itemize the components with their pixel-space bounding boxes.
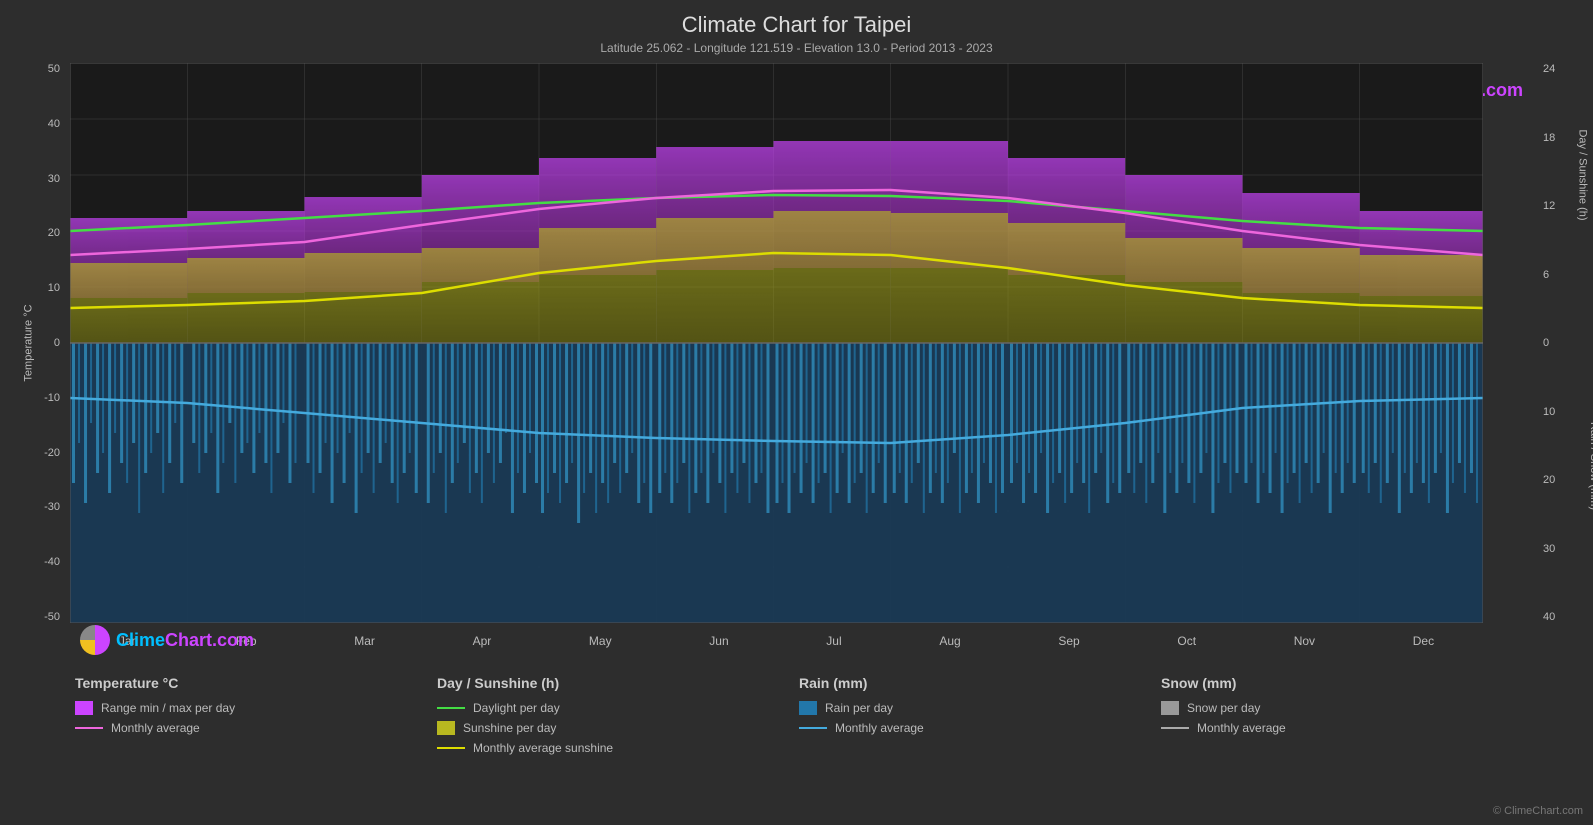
legend-title-rain: Rain (mm) xyxy=(799,675,1161,691)
x-tick-apr: Apr xyxy=(473,634,492,648)
y-tick-10: 10 xyxy=(48,282,60,294)
legend-line-daylight xyxy=(437,707,465,709)
yr-tick-24: 24 xyxy=(1543,63,1555,75)
y-tick-50: 50 xyxy=(48,63,60,75)
legend-label-snow-day: Snow per day xyxy=(1187,701,1260,715)
legend-item-sunshine: Sunshine per day xyxy=(437,721,799,735)
legend-swatch-sunshine xyxy=(437,721,455,735)
legend-label-rain-avg: Monthly average xyxy=(835,721,924,735)
watermark: © ClimeChart.com xyxy=(1493,805,1583,817)
legend-line-sunshine-avg xyxy=(437,747,465,749)
legend-line-rain-avg xyxy=(799,727,827,729)
chart-area xyxy=(70,63,1483,623)
legend-item-snow-day: Snow per day xyxy=(1161,701,1523,715)
legend-label-temp-avg: Monthly average xyxy=(111,721,200,735)
legend-label-temp-range: Range min / max per day xyxy=(101,701,235,715)
logo-icon-bl xyxy=(80,625,110,655)
y-tick-0: 0 xyxy=(54,337,60,349)
legend-swatch-rain xyxy=(799,701,817,715)
legend-swatch-temp-range xyxy=(75,701,93,715)
y-tick-n40: -40 xyxy=(44,556,60,568)
legend-item-rain-avg: Monthly average xyxy=(799,721,1161,735)
legend-col-temp: Temperature °C Range min / max per day M… xyxy=(75,675,437,820)
legend-label-sunshine: Sunshine per day xyxy=(463,721,556,735)
x-tick-dec: Dec xyxy=(1413,634,1434,648)
x-tick-may: May xyxy=(589,634,612,648)
yr-tick-12: 12 xyxy=(1543,200,1555,212)
yr-tick-20: 20 xyxy=(1543,474,1555,486)
y-axis-right: 24 18 12 6 0 10 20 30 40 xyxy=(1538,63,1588,623)
legend-area: Temperature °C Range min / max per day M… xyxy=(0,665,1593,825)
y-tick-30: 30 xyxy=(48,173,60,185)
yr-tick-30: 30 xyxy=(1543,543,1555,555)
y-tick-n30: -30 xyxy=(44,501,60,513)
x-tick-nov: Nov xyxy=(1294,634,1315,648)
title-area: Climate Chart for Taipei Latitude 25.062… xyxy=(0,0,1593,55)
legend-item-rain-day: Rain per day xyxy=(799,701,1161,715)
legend-item-daylight: Daylight per day xyxy=(437,701,799,715)
y-tick-n10: -10 xyxy=(44,392,60,404)
legend-col-snow: Snow (mm) Snow per day Monthly average xyxy=(1161,675,1523,820)
legend-col-rain: Rain (mm) Rain per day Monthly average xyxy=(799,675,1161,820)
y-tick-n50: -50 xyxy=(44,611,60,623)
legend-swatch-snow xyxy=(1161,701,1179,715)
chart-svg xyxy=(70,63,1483,623)
x-tick-jun: Jun xyxy=(709,634,728,648)
logo-bottom-left: ClimeChart.com xyxy=(80,625,254,655)
legend-line-snow-avg xyxy=(1161,727,1189,729)
legend-title-snow: Snow (mm) xyxy=(1161,675,1523,691)
legend-line-temp-avg xyxy=(75,727,103,729)
y-tick-40: 40 xyxy=(48,118,60,130)
chart-subtitle: Latitude 25.062 - Longitude 121.519 - El… xyxy=(0,41,1593,55)
legend-label-snow-avg: Monthly average xyxy=(1197,721,1286,735)
x-axis: Jan Feb Mar Apr May Jun Jul Aug Sep Oct … xyxy=(70,634,1483,648)
legend-title-temp: Temperature °C xyxy=(75,675,437,691)
x-tick-oct: Oct xyxy=(1177,634,1196,648)
x-tick-jul: Jul xyxy=(826,634,841,648)
legend-col-sun: Day / Sunshine (h) Daylight per day Suns… xyxy=(437,675,799,820)
y-axis-left: 50 40 30 20 10 0 -10 -20 -30 -40 -50 xyxy=(5,63,65,623)
yr-tick-0a: 0 xyxy=(1543,337,1549,349)
chart-title: Climate Chart for Taipei xyxy=(0,12,1593,38)
x-tick-mar: Mar xyxy=(354,634,375,648)
y-tick-n20: -20 xyxy=(44,447,60,459)
chart-wrapper: Temperature °C 50 40 30 20 10 0 -10 -20 … xyxy=(70,63,1533,623)
y-tick-20: 20 xyxy=(48,227,60,239)
x-tick-sep: Sep xyxy=(1058,634,1079,648)
legend-label-rain-day: Rain per day xyxy=(825,701,893,715)
yr-tick-40: 40 xyxy=(1543,611,1555,623)
logo-text-bl: ClimeChart.com xyxy=(116,630,254,651)
y-axis-right-bot-label: Rain / Snow (mm) xyxy=(1588,422,1593,510)
legend-item-snow-avg: Monthly average xyxy=(1161,721,1523,735)
legend-title-sun: Day / Sunshine (h) xyxy=(437,675,799,691)
main-container: Climate Chart for Taipei Latitude 25.062… xyxy=(0,0,1593,825)
yr-tick-10: 10 xyxy=(1543,406,1555,418)
legend-item-sunshine-avg: Monthly average sunshine xyxy=(437,741,799,755)
legend-item-temp-range: Range min / max per day xyxy=(75,701,437,715)
legend-label-daylight: Daylight per day xyxy=(473,701,560,715)
yr-tick-6: 6 xyxy=(1543,269,1549,281)
legend-item-temp-avg: Monthly average xyxy=(75,721,437,735)
yr-tick-18: 18 xyxy=(1543,132,1555,144)
x-tick-aug: Aug xyxy=(939,634,960,648)
legend-label-sunshine-avg: Monthly average sunshine xyxy=(473,741,613,755)
